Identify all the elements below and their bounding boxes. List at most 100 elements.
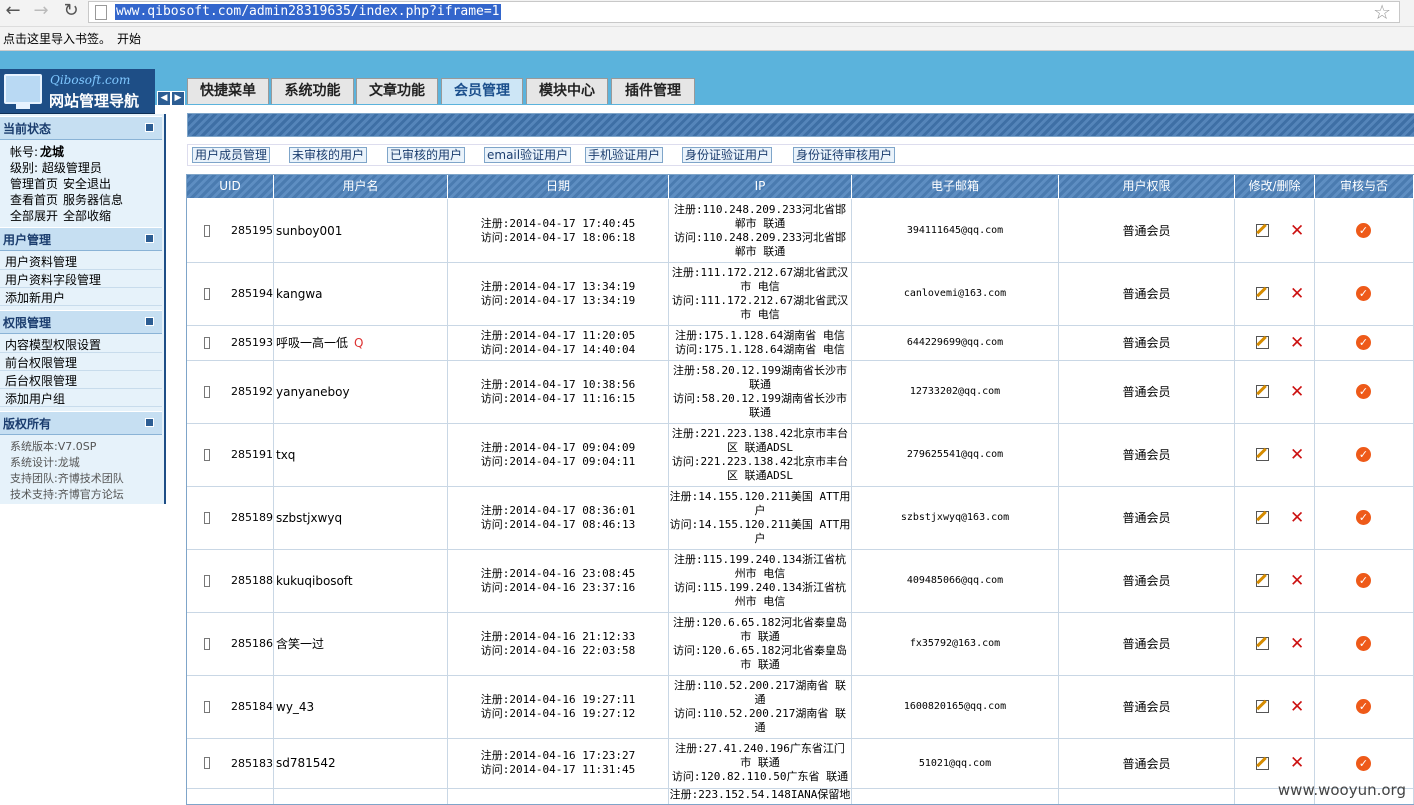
username[interactable]: yanyaneboy — [274, 385, 350, 399]
delete-icon[interactable]: ✕ — [1290, 698, 1304, 715]
link-collapse-all[interactable]: 全部收缩 — [63, 207, 111, 224]
link-admin-home[interactable]: 管理首页 — [10, 175, 58, 192]
collapse-icon[interactable] — [145, 317, 154, 326]
delete-icon[interactable]: ✕ — [1290, 383, 1304, 400]
sidebar-head-status[interactable]: 当前状态 — [0, 116, 162, 140]
subnav-audited[interactable]: 已审核的用户 — [387, 147, 466, 163]
subnav-email-verified[interactable]: email验证用户 — [484, 147, 572, 163]
username[interactable]: szbstjxwyq — [274, 511, 342, 525]
username[interactable]: wy_43 — [274, 700, 314, 714]
username[interactable]: kukuqibosoft — [274, 574, 353, 588]
row-checkbox[interactable] — [204, 574, 210, 587]
row-checkbox[interactable] — [204, 700, 210, 713]
edit-icon[interactable] — [1256, 336, 1269, 349]
username[interactable]: kangwa — [274, 287, 322, 301]
audit-check-icon[interactable]: ✓ — [1356, 510, 1371, 525]
tab-module[interactable]: 模块中心 — [526, 78, 608, 104]
bookmark-start-link[interactable]: 开始 — [117, 30, 141, 47]
audit-check-icon[interactable]: ✓ — [1356, 636, 1371, 651]
sidebar-head-user[interactable]: 用户管理 — [0, 227, 162, 251]
subnav-id-pending[interactable]: 身份证待审核用户 — [793, 147, 896, 163]
bookmark-import-hint[interactable]: 点击这里导入书签。 — [3, 30, 111, 47]
audit-check-icon[interactable]: ✓ — [1356, 286, 1371, 301]
sidebar-item-add-user[interactable]: 添加新用户 — [0, 288, 162, 306]
edit-icon[interactable] — [1256, 385, 1269, 398]
row-checkbox[interactable] — [204, 637, 210, 650]
col-uid: UID — [187, 175, 274, 198]
collapse-left-icon[interactable]: ◀ — [157, 91, 171, 106]
edit-icon[interactable] — [1256, 511, 1269, 524]
edit-icon[interactable] — [1256, 287, 1269, 300]
row-checkbox[interactable] — [204, 287, 210, 300]
edit-icon[interactable] — [1256, 700, 1269, 713]
table-row: 285193 呼吸一高一低 Q 注册:2014-04-17 11:20:05 访问:20… — [187, 325, 1414, 361]
tab-member[interactable]: 会员管理 — [441, 78, 523, 104]
username[interactable]: sunboy001 — [274, 224, 342, 238]
sidebar-item-user-fields[interactable]: 用户资料字段管理 — [0, 270, 162, 288]
edit-icon[interactable] — [1256, 756, 1269, 770]
delete-icon[interactable]: ✕ — [1290, 446, 1304, 463]
username[interactable]: 呼吸一高一低 — [274, 334, 348, 351]
delete-icon[interactable]: ✕ — [1290, 222, 1304, 239]
subnav-all-members[interactable]: 用户成员管理 — [192, 147, 271, 163]
reload-icon[interactable]: ↻ — [60, 0, 82, 22]
audit-check-icon[interactable]: ✓ — [1356, 223, 1371, 238]
delete-icon[interactable]: ✕ — [1290, 285, 1304, 302]
row-checkbox[interactable] — [204, 224, 210, 237]
collapse-icon[interactable] — [145, 234, 154, 243]
row-checkbox[interactable] — [204, 448, 210, 461]
collapse-icon[interactable] — [145, 123, 154, 132]
link-logout[interactable]: 安全退出 — [63, 175, 111, 192]
edit-icon[interactable] — [1256, 637, 1269, 650]
row-checkbox[interactable] — [204, 385, 210, 398]
edit-icon[interactable] — [1256, 574, 1269, 587]
sidebar-head-perm[interactable]: 权限管理 — [0, 310, 162, 334]
address-bar[interactable]: www.qibosoft.com/admin28319635/index.php… — [88, 0, 1400, 24]
back-arrow-icon[interactable]: ← — [2, 0, 24, 22]
subnav-id-verified[interactable]: 身份证验证用户 — [682, 147, 773, 163]
row-checkbox[interactable] — [204, 511, 210, 524]
qq-icon[interactable]: Q — [354, 336, 363, 350]
audit-check-icon[interactable]: ✓ — [1356, 447, 1371, 462]
username[interactable]: txq — [274, 448, 295, 462]
sidebar-item-back-perm[interactable]: 后台权限管理 — [0, 371, 162, 389]
link-server-info[interactable]: 服务器信息 — [63, 191, 123, 208]
sidebar-item-add-group[interactable]: 添加用户组 — [0, 389, 162, 407]
expand-right-icon[interactable]: ▶ — [171, 91, 185, 106]
col-permission: 用户权限 — [1059, 175, 1235, 198]
edit-icon[interactable] — [1256, 448, 1269, 461]
edit-icon[interactable] — [1256, 224, 1269, 237]
sidebar: 当前状态 帐号: 龙城 级别: 超级管理员 管理首页 安全退出 查看首页 服务器… — [0, 114, 166, 504]
tab-quick-menu[interactable]: 快捷菜单 — [187, 78, 269, 104]
username[interactable]: 含笑一过 — [274, 635, 324, 652]
forward-arrow-icon[interactable]: → — [30, 0, 52, 22]
row-checkbox[interactable] — [204, 336, 210, 349]
url-text[interactable]: www.qibosoft.com/admin28319635/index.php… — [115, 4, 501, 20]
tab-article[interactable]: 文章功能 — [356, 78, 438, 104]
delete-icon[interactable]: ✕ — [1290, 635, 1304, 652]
sidebar-item-content-perm[interactable]: 内容模型权限设置 — [0, 335, 162, 353]
tab-plugin[interactable]: 插件管理 — [611, 78, 695, 104]
sidebar-item-user-data[interactable]: 用户资料管理 — [0, 252, 162, 270]
audit-check-icon[interactable]: ✓ — [1356, 573, 1371, 588]
sidebar-head-copyright[interactable]: 版权所有 — [0, 411, 162, 435]
audit-check-icon[interactable]: ✓ — [1356, 335, 1371, 350]
delete-icon[interactable]: ✕ — [1290, 509, 1304, 526]
username-cell: szbstjxwyq — [274, 486, 448, 549]
delete-icon[interactable]: ✕ — [1290, 755, 1304, 772]
link-expand-all[interactable]: 全部展开 — [10, 207, 58, 224]
delete-icon[interactable]: ✕ — [1290, 572, 1304, 589]
collapse-icon[interactable] — [145, 418, 154, 427]
audit-check-icon[interactable]: ✓ — [1356, 699, 1371, 714]
link-view-home[interactable]: 查看首页 — [10, 191, 58, 208]
row-checkbox[interactable] — [204, 757, 210, 769]
username[interactable]: sd781542 — [274, 756, 336, 770]
bookmark-star-icon[interactable]: ☆ — [1373, 0, 1391, 24]
tab-system[interactable]: 系统功能 — [271, 78, 354, 104]
sidebar-item-front-perm[interactable]: 前台权限管理 — [0, 353, 162, 371]
audit-check-icon[interactable]: ✓ — [1356, 755, 1371, 771]
subnav-phone-verified[interactable]: 手机验证用户 — [585, 147, 664, 163]
audit-check-icon[interactable]: ✓ — [1356, 384, 1371, 399]
delete-icon[interactable]: ✕ — [1290, 334, 1304, 351]
subnav-unaudited[interactable]: 未审核的用户 — [289, 147, 368, 163]
